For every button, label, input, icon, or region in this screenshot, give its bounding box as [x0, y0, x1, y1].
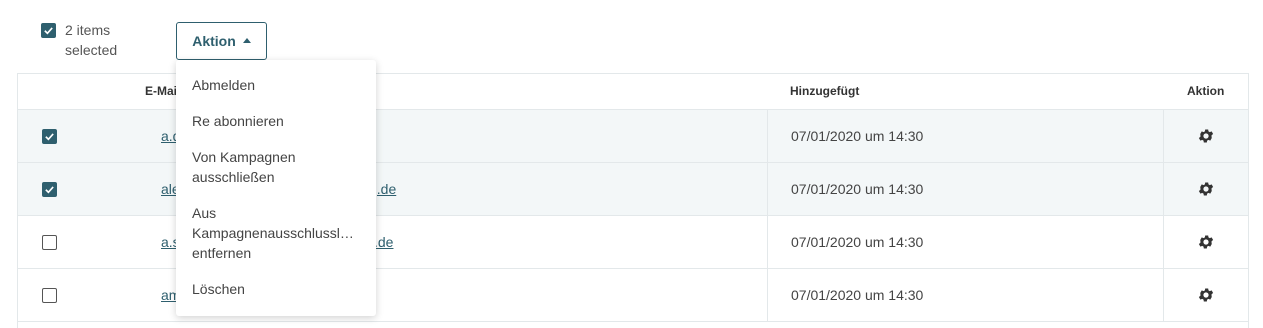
gear-icon[interactable]: [1197, 180, 1215, 198]
row-checkbox[interactable]: [42, 235, 57, 250]
row-checkbox[interactable]: [42, 129, 57, 144]
bulk-action-menu: Abmelden Re abonnieren Von Kampagnen aus…: [176, 60, 376, 316]
added-date: 07/01/2020 um 14:30: [791, 128, 924, 144]
email-link-tail[interactable]: .de: [374, 216, 393, 268]
bulk-action-button[interactable]: Aktion: [176, 22, 267, 60]
menu-item-line: Kampagnenausschlussli…: [192, 225, 355, 241]
menu-item-resubscribe[interactable]: Re abonnieren: [192, 111, 367, 131]
bulk-action-label: Aktion: [192, 33, 236, 49]
gear-icon[interactable]: [1197, 233, 1215, 251]
select-all-checkbox[interactable]: [41, 23, 56, 38]
row-checkbox[interactable]: [42, 182, 57, 197]
column-header-added[interactable]: Hinzugefügt: [790, 74, 859, 110]
menu-item-unsubscribe[interactable]: Abmelden: [192, 75, 367, 95]
gear-icon[interactable]: [1197, 286, 1215, 304]
menu-item-exclude-from-campaigns[interactable]: Von Kampagnen ausschließen: [192, 147, 342, 187]
caret-up-icon: [242, 38, 251, 43]
menu-item-line: entfernen: [192, 245, 252, 261]
check-icon: [44, 27, 53, 35]
menu-item-remove-from-exclusion-list[interactable]: Aus Kampagnenausschlussli… entfernen: [192, 203, 367, 263]
column-header-action: Aktion: [1187, 84, 1225, 98]
check-icon: [45, 186, 54, 194]
added-date: 07/01/2020 um 14:30: [791, 181, 924, 197]
menu-item-line: Aus: [192, 205, 217, 221]
menu-item-delete[interactable]: Löschen: [192, 279, 367, 299]
added-date: 07/01/2020 um 14:30: [791, 287, 924, 303]
selection-count: 2 items selected: [65, 22, 118, 58]
gear-icon[interactable]: [1197, 127, 1215, 145]
check-icon: [45, 133, 54, 141]
added-date: 07/01/2020 um 14:30: [791, 234, 924, 250]
row-checkbox[interactable]: [42, 288, 57, 303]
